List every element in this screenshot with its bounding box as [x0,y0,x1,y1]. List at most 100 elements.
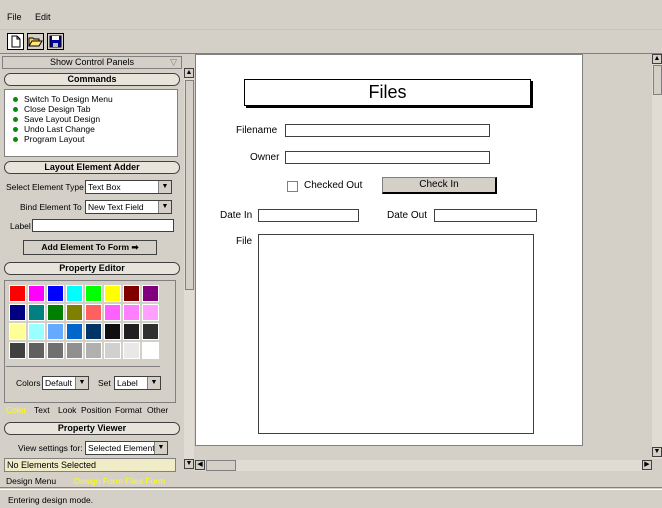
color-swatch[interactable] [28,304,45,321]
filename-label: Filename [236,125,278,136]
chevron-down-icon: ▼ [154,442,167,454]
owner-input[interactable] [285,151,490,164]
tab-look[interactable]: Look [58,405,76,415]
view-settings-value: Selected Elements [88,443,159,453]
checked-out-checkbox[interactable] [287,181,298,192]
scroll-left-icon[interactable]: ◀ [195,460,205,470]
scroll-up-icon[interactable]: ▲ [652,54,662,64]
tab-design-menu[interactable]: Design Menu [6,476,56,486]
color-swatch[interactable] [47,304,64,321]
property-viewer-header[interactable]: Property Viewer [4,422,180,435]
canvas-horizontal-scrollbar[interactable] [195,460,652,471]
scroll-down-icon[interactable]: ▼ [184,459,194,469]
command-item[interactable]: Save Layout Design [13,114,100,124]
scroll-up-icon[interactable]: ▲ [184,68,194,78]
command-item[interactable]: Switch To Design Menu [13,94,113,104]
color-swatch[interactable] [66,323,83,340]
color-swatch[interactable] [9,323,26,340]
canvas-vertical-scrollbar[interactable] [652,54,662,459]
view-settings-select[interactable]: Selected Elements ▼ [85,441,168,455]
commands-header[interactable]: Commands [4,73,180,86]
color-swatch[interactable] [9,304,26,321]
colors-select[interactable]: Default ▼ [42,376,89,390]
color-swatch[interactable] [66,342,83,359]
canvas-scroll-thumb[interactable] [653,65,662,95]
color-swatch[interactable] [28,285,45,302]
file-area[interactable] [258,234,534,434]
color-swatch[interactable] [9,342,26,359]
date-out-label: Date Out [387,210,428,221]
horizontal-scroll-thumb[interactable] [206,460,236,471]
check-in-button[interactable]: Check In [382,177,497,194]
color-swatch[interactable] [85,304,102,321]
command-label: Undo Last Change [24,124,95,134]
tab-color[interactable]: Color [6,405,27,415]
colors-label: Colors [16,378,41,388]
color-swatch[interactable] [85,323,102,340]
color-swatch[interactable] [66,304,83,321]
color-swatch[interactable] [85,285,102,302]
color-swatch[interactable] [142,285,159,302]
color-swatch[interactable] [104,323,121,340]
scroll-down-icon[interactable]: ▼ [652,447,662,457]
status-text: Entering design mode. [8,495,94,505]
tab-design-form[interactable]: Design Form Files Form [74,476,165,486]
tab-format[interactable]: Format [115,405,142,415]
label-input[interactable] [32,219,174,232]
color-swatch[interactable] [85,342,102,359]
property-editor-header[interactable]: Property Editor [4,262,180,275]
date-in-input[interactable] [258,209,359,222]
set-value: Label [117,378,138,388]
color-swatch[interactable] [123,323,140,340]
element-type-select[interactable]: Text Box ▼ [85,180,172,194]
menu-bar: File Edit [0,0,662,30]
color-swatch[interactable] [9,285,26,302]
command-item[interactable]: Program Layout [13,134,84,144]
selection-status: No Elements Selected [4,458,176,472]
color-swatch[interactable] [104,304,121,321]
color-swatch[interactable] [28,323,45,340]
color-swatch[interactable] [104,342,121,359]
show-control-panels-button[interactable]: Show Control Panels ▽ [2,56,182,69]
label-label: Label [10,221,31,231]
left-scroll-thumb[interactable] [185,80,194,290]
tab-position[interactable]: Position [81,405,111,415]
color-swatch[interactable] [142,342,159,359]
property-tabs: Color Text Look Position Format Other [4,403,176,417]
view-settings-label: View settings for: [18,443,83,453]
color-swatch[interactable] [47,342,64,359]
filename-input[interactable] [285,124,490,137]
command-item[interactable]: Undo Last Change [13,124,95,134]
command-item[interactable]: Close Design Tab [13,104,90,114]
command-label: Program Layout [24,134,85,144]
bind-element-value: New Text Field [88,202,144,212]
scroll-right-icon[interactable]: ▶ [642,460,652,470]
color-swatch[interactable] [142,304,159,321]
new-document-icon[interactable] [7,33,24,50]
chevron-down-icon: ▼ [147,377,160,389]
menu-edit[interactable]: Edit [35,12,51,22]
add-element-button[interactable]: Add Element To Form ➡ [23,240,157,255]
color-swatch[interactable] [123,304,140,321]
color-swatch[interactable] [66,285,83,302]
form-title[interactable]: Files [244,79,531,106]
bullet-icon [13,127,18,133]
menu-file[interactable]: File [7,12,22,22]
bind-element-select[interactable]: New Text Field ▼ [85,200,172,214]
tab-other[interactable]: Other [147,405,168,415]
color-swatch[interactable] [47,323,64,340]
chevron-down-icon: ▼ [75,377,88,389]
layout-adder-header[interactable]: Layout Element Adder [4,161,180,174]
color-swatch[interactable] [104,285,121,302]
color-swatch[interactable] [123,342,140,359]
color-swatch[interactable] [142,323,159,340]
tab-text[interactable]: Text [34,405,50,415]
chevron-down-icon: ▼ [158,181,171,193]
color-swatch[interactable] [47,285,64,302]
open-folder-icon[interactable] [27,33,44,50]
set-select[interactable]: Label ▼ [114,376,161,390]
save-disk-icon[interactable] [47,33,64,50]
color-swatch[interactable] [28,342,45,359]
color-swatch[interactable] [123,285,140,302]
date-out-input[interactable] [434,209,537,222]
